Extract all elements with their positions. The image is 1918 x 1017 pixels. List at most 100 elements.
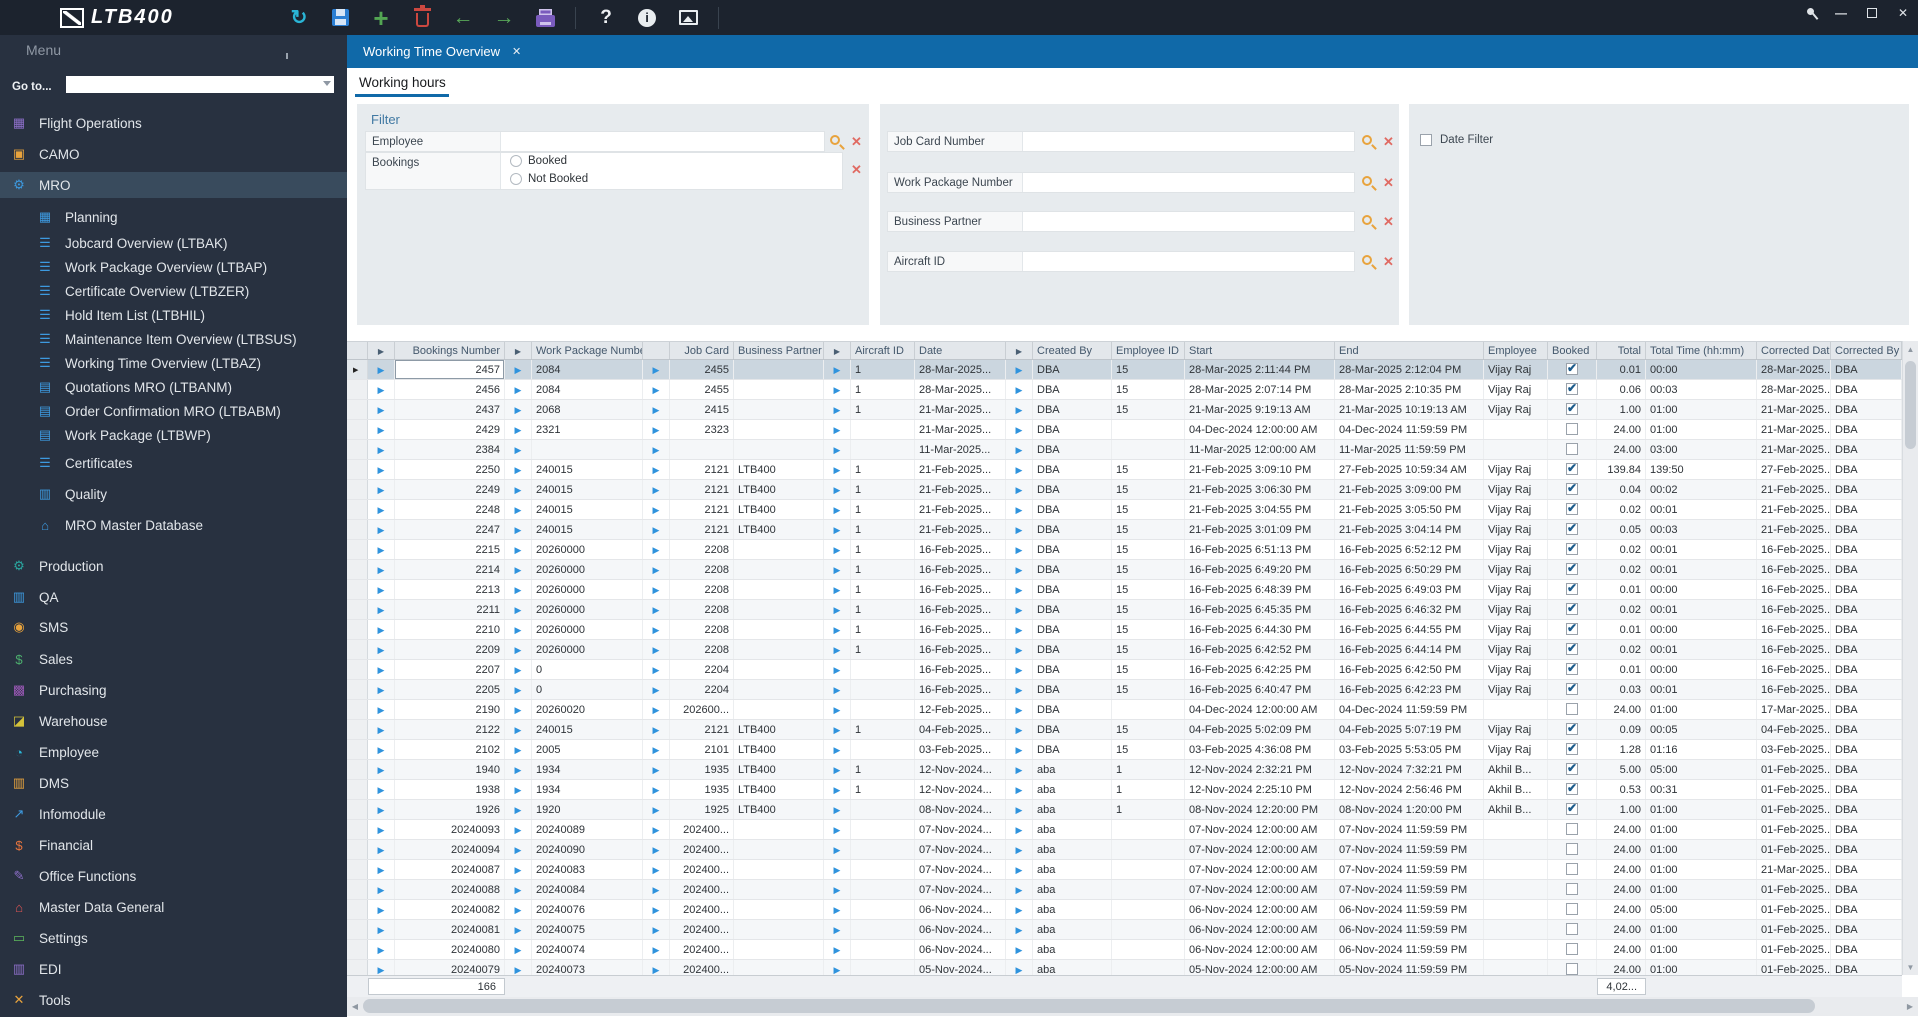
- column-header-created-by[interactable]: Created By: [1033, 342, 1112, 359]
- info-button[interactable]: i: [636, 6, 658, 30]
- expand-row-icon[interactable]: ▶: [368, 500, 395, 519]
- sidebar-item-mro-master-database[interactable]: ⌂ MRO Master Database: [0, 512, 347, 538]
- column-header-expand-2[interactable]: ▶: [505, 342, 532, 359]
- expand-row-icon[interactable]: ▶: [1006, 680, 1033, 699]
- expand-row-icon[interactable]: ▶: [643, 640, 670, 659]
- expand-row-icon[interactable]: ▶: [368, 620, 395, 639]
- expand-row-icon[interactable]: ▶: [1006, 720, 1033, 739]
- expand-row-icon[interactable]: ▶: [824, 740, 851, 759]
- column-header-expand-1[interactable]: ▶: [368, 342, 395, 359]
- expand-row-icon[interactable]: ▶: [368, 920, 395, 939]
- work-package-number-clear-icon[interactable]: ✕: [1383, 176, 1394, 189]
- column-header-end[interactable]: End: [1335, 342, 1484, 359]
- sidebar-item-settings[interactable]: ▭ Settings: [0, 925, 347, 951]
- expand-row-icon[interactable]: ▶: [643, 700, 670, 719]
- table-row[interactable]: ▶ 20240081 ▶ 20240075 ▶ 202400... ▶ 06-Nov-2024…: [347, 920, 1902, 940]
- bookings-clear-icon[interactable]: ✕: [851, 163, 862, 176]
- expand-row-icon[interactable]: ▶: [824, 640, 851, 659]
- expand-row-icon[interactable]: ▶: [643, 580, 670, 599]
- expand-row-icon[interactable]: ▶: [1006, 880, 1033, 899]
- expand-row-icon[interactable]: ▶: [1006, 540, 1033, 559]
- job-card-number-clear-icon[interactable]: ✕: [1383, 135, 1394, 148]
- sidebar-item-quotations-mro-ltbanm[interactable]: ▤ Quotations MRO (LTBANM): [0, 374, 347, 400]
- expand-row-icon[interactable]: ▶: [368, 760, 395, 779]
- expand-row-icon[interactable]: ▶: [824, 660, 851, 679]
- column-header-employee-id[interactable]: Employee ID: [1112, 342, 1185, 359]
- expand-row-icon[interactable]: ▶: [505, 600, 532, 619]
- delete-button[interactable]: [411, 4, 433, 30]
- job-card-number-input[interactable]: [1023, 132, 1354, 151]
- expand-row-icon[interactable]: ▶: [505, 880, 532, 899]
- expand-row-icon[interactable]: ▶: [505, 580, 532, 599]
- expand-row-icon[interactable]: ▶: [368, 900, 395, 919]
- sidebar-item-certificate-overview-ltbzer[interactable]: ☰ Certificate Overview (LTBZER): [0, 278, 347, 304]
- expand-row-icon[interactable]: ▶: [368, 540, 395, 559]
- checkbox-unchecked-icon[interactable]: [1566, 703, 1578, 715]
- expand-row-icon[interactable]: ▶: [824, 440, 851, 459]
- expand-row-icon[interactable]: ▶: [1006, 960, 1033, 975]
- table-row[interactable]: ▶ 2215 ▶ 20260000 ▶ 2208 ▶ 1 16-Feb-2025... ▶ DBA 1…: [347, 540, 1902, 560]
- column-header-expand-5[interactable]: ▶: [1006, 342, 1033, 359]
- checkbox-unchecked-icon[interactable]: [1566, 943, 1578, 955]
- expand-row-icon[interactable]: ▶: [643, 560, 670, 579]
- sidebar-item-maintenance-item-overview-ltbsus[interactable]: ☰ Maintenance Item Overview (LTBSUS): [0, 326, 347, 352]
- table-row[interactable]: ▶ 2250 ▶ 240015 ▶ 2121 LTB400 ▶ 1 21-Feb-2025... ▶…: [347, 460, 1902, 480]
- restore-button[interactable]: [1865, 5, 1882, 20]
- column-header-booked[interactable]: Booked: [1548, 342, 1597, 359]
- expand-row-icon[interactable]: ▶: [643, 820, 670, 839]
- checkbox-checked-icon[interactable]: [1566, 561, 1578, 575]
- sidebar-item-work-package-overview-ltbap[interactable]: ☰ Work Package Overview (LTBAP): [0, 254, 347, 280]
- expand-row-icon[interactable]: ▶: [505, 780, 532, 799]
- column-header-work-package-number[interactable]: Work Package Number: [532, 342, 643, 359]
- expand-row-icon[interactable]: ▶: [1006, 480, 1033, 499]
- expand-row-icon[interactable]: ▶: [824, 680, 851, 699]
- table-row[interactable]: ▶ 2214 ▶ 20260000 ▶ 2208 ▶ 1 16-Feb-2025... ▶ DBA 1…: [347, 560, 1902, 580]
- expand-row-icon[interactable]: ▶: [1006, 500, 1033, 519]
- column-header-total-time[interactable]: Total Time (hh:mm): [1646, 342, 1757, 359]
- checkbox-unchecked-icon[interactable]: [1566, 423, 1578, 435]
- sidebar-item-dms[interactable]: ▥ DMS: [0, 770, 347, 796]
- expand-row-icon[interactable]: ▶: [368, 660, 395, 679]
- expand-row-icon[interactable]: ▶: [1006, 520, 1033, 539]
- expand-row-icon[interactable]: ▶: [643, 600, 670, 619]
- expand-row-icon[interactable]: ▶: [643, 380, 670, 399]
- expand-row-icon[interactable]: ▶: [1006, 860, 1033, 879]
- expand-row-icon[interactable]: ▶: [368, 400, 395, 419]
- expand-row-icon[interactable]: ▶: [643, 960, 670, 975]
- vertical-scrollbar[interactable]: ▲ ▼: [1902, 341, 1918, 975]
- table-row[interactable]: ▶ 20240082 ▶ 20240076 ▶ 202400... ▶ 06-Nov-2024…: [347, 900, 1902, 920]
- expand-row-icon[interactable]: ▶: [643, 520, 670, 539]
- expand-row-icon[interactable]: ▶: [505, 540, 532, 559]
- checkbox-checked-icon[interactable]: [1566, 621, 1578, 635]
- expand-row-icon[interactable]: ▶: [1006, 780, 1033, 799]
- sidebar-item-production[interactable]: ⚙ Production: [0, 553, 347, 579]
- refresh-button[interactable]: ↻: [288, 6, 310, 30]
- expand-row-icon[interactable]: ▶: [824, 540, 851, 559]
- expand-row-icon[interactable]: ▶: [505, 500, 532, 519]
- checkbox-checked-icon[interactable]: [1566, 381, 1578, 395]
- expand-row-icon[interactable]: ▶: [1006, 440, 1033, 459]
- expand-row-icon[interactable]: ▶: [643, 860, 670, 879]
- expand-row-icon[interactable]: ▶: [643, 440, 670, 459]
- expand-row-icon[interactable]: ▶: [824, 360, 851, 379]
- expand-row-icon[interactable]: ▶: [1006, 700, 1033, 719]
- expand-row-icon[interactable]: ▶: [1006, 460, 1033, 479]
- table-row[interactable]: ▶ 1938 ▶ 1934 ▶ 1935 LTB400 ▶ 1 12-Nov-2024... ▶ ab…: [347, 780, 1902, 800]
- aircraft-id-search-icon[interactable]: [1362, 255, 1372, 265]
- expand-row-icon[interactable]: ▶: [1006, 920, 1033, 939]
- column-header-bookings-number[interactable]: Bookings Number: [395, 342, 505, 359]
- business-partner-input[interactable]: [1023, 212, 1354, 231]
- sidebar-item-flight-operations[interactable]: ▦ Flight Operations: [0, 110, 347, 136]
- expand-row-icon[interactable]: ▶: [1006, 620, 1033, 639]
- expand-row-icon[interactable]: ▶: [643, 920, 670, 939]
- column-header-business-partner[interactable]: Business Partner: [734, 342, 824, 359]
- expand-row-icon[interactable]: ▶: [505, 920, 532, 939]
- checkbox-checked-icon[interactable]: [1566, 541, 1578, 555]
- expand-row-icon[interactable]: ▶: [1006, 660, 1033, 679]
- sidebar-item-jobcard-overview-ltbak[interactable]: ☰ Jobcard Overview (LTBAK): [0, 230, 347, 256]
- expand-row-icon[interactable]: ▶: [824, 760, 851, 779]
- table-row[interactable]: ▶ ▶ 2457 ▶ 2084 ▶ 2455 ▶ 1 28-Mar-2025... ▶ DBA 15 28…: [347, 360, 1902, 380]
- column-header-aircraft-id[interactable]: Aircraft ID: [851, 342, 915, 359]
- expand-row-icon[interactable]: ▶: [505, 380, 532, 399]
- expand-row-icon[interactable]: ▶: [505, 760, 532, 779]
